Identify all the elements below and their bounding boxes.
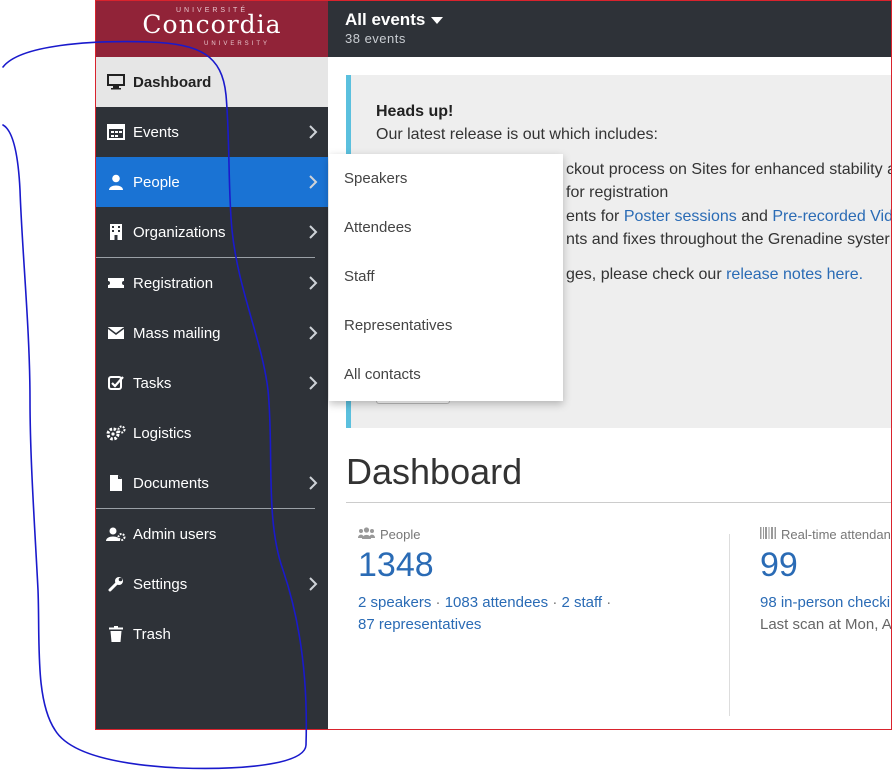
alert-heading: Heads up!	[376, 103, 454, 120]
chevron-right-icon	[298, 124, 328, 140]
ticket-icon	[96, 276, 133, 290]
sidebar-item-registration[interactable]: Registration	[96, 258, 328, 308]
logo-main-text: Concordia	[142, 10, 282, 39]
sidebar-item-label: Dashboard	[133, 73, 212, 91]
top-bar: All events 38 events	[328, 1, 891, 57]
attendance-stat-label: Real-time attendan	[760, 527, 891, 542]
chevron-right-icon	[298, 375, 328, 391]
building-icon	[96, 224, 133, 240]
sidebar-item-dashboard[interactable]: Dashboard	[96, 57, 328, 107]
alert-line: for registration	[566, 184, 669, 201]
alert-line: ckout process on Sites for enhanced stab…	[566, 161, 892, 178]
caret-down-icon	[431, 10, 444, 30]
separator: ·	[602, 594, 612, 611]
speakers-link[interactable]: 2 speakers	[358, 594, 431, 611]
representatives-link[interactable]: 87 representatives	[358, 616, 481, 633]
stat-label-text: People	[380, 527, 421, 542]
sidebar-item-label: Admin users	[133, 525, 217, 543]
sidebar-item-admin-users[interactable]: Admin users	[96, 509, 328, 559]
sidebar-item-label: Organizations	[133, 223, 226, 241]
logo-bottom-text: UNIVERSITY	[203, 41, 270, 47]
sidebar-item-settings[interactable]: Settings	[96, 559, 328, 609]
sidebar-item-label: Tasks	[133, 374, 172, 392]
people-stat-label: People	[358, 527, 420, 542]
submenu-item-representatives[interactable]: Representatives	[329, 301, 563, 350]
poster-sessions-link[interactable]: Poster sessions	[624, 208, 737, 225]
alert-text: ges, please check our	[566, 266, 727, 283]
monitor-icon	[96, 74, 133, 90]
person-icon	[96, 174, 133, 190]
chevron-right-icon	[298, 576, 328, 592]
sidebar-item-people[interactable]: People	[96, 157, 328, 207]
gears-icon	[96, 425, 133, 441]
sidebar-item-label: Events	[133, 123, 179, 141]
people-count[interactable]: 1348	[358, 546, 434, 585]
chevron-right-icon	[298, 224, 328, 240]
app-window: UNIVERSITÉ Concordia UNIVERSITY Dashboar…	[95, 0, 892, 730]
sidebar-item-trash[interactable]: Trash	[96, 609, 328, 659]
calendar-icon	[96, 124, 133, 140]
alert-intro: Our latest release is out which includes…	[376, 126, 658, 143]
title-divider	[346, 502, 891, 503]
sidebar-item-label: Mass mailing	[133, 324, 221, 342]
chevron-right-icon	[298, 475, 328, 491]
alert-line: ges, please check our release notes here…	[566, 266, 863, 284]
envelope-icon	[96, 326, 133, 340]
sidebar-item-label: Documents	[133, 474, 209, 492]
alert-line: ents for Poster sessions and Pre-recorde…	[566, 208, 891, 226]
separator: ·	[431, 594, 445, 611]
chevron-right-icon	[298, 174, 328, 190]
sidebar-item-label: Trash	[133, 625, 171, 643]
release-notes-link[interactable]: release notes here.	[726, 266, 863, 283]
sidebar-item-tasks[interactable]: Tasks	[96, 358, 328, 408]
page-title: Dashboard	[346, 451, 523, 492]
chevron-right-icon	[298, 325, 328, 341]
trash-icon	[96, 626, 133, 642]
last-scan-text: Last scan at Mon, A	[760, 616, 892, 633]
submenu-item-staff[interactable]: Staff	[329, 252, 563, 301]
alert-text: and	[736, 208, 773, 225]
event-selector-label: All events	[345, 10, 426, 29]
sidebar-item-label: Settings	[133, 575, 188, 593]
alert-line: nts and fixes throughout the Grenadine s…	[566, 231, 890, 248]
separator: ·	[548, 594, 562, 611]
wrench-icon	[96, 576, 133, 592]
alert-text: ents for	[566, 208, 624, 225]
stat-divider	[729, 534, 730, 716]
sidebar-item-label: People	[133, 173, 180, 191]
users-icon	[358, 527, 375, 542]
users-cog-icon	[96, 526, 133, 542]
attendance-count[interactable]: 99	[760, 546, 798, 585]
attendees-link[interactable]: 1083 attendees	[445, 594, 548, 611]
barcode-icon	[760, 527, 776, 542]
people-breakdown: 87 representatives	[358, 616, 481, 633]
concordia-logo[interactable]: UNIVERSITÉ Concordia UNIVERSITY	[96, 1, 328, 57]
pre-recorded-link[interactable]: Pre-recorded Vid	[772, 208, 891, 225]
chevron-right-icon	[298, 275, 328, 291]
event-count: 38 events	[345, 31, 406, 46]
sidebar-item-mass-mailing[interactable]: Mass mailing	[96, 308, 328, 358]
file-icon	[96, 475, 133, 491]
sidebar: UNIVERSITÉ Concordia UNIVERSITY Dashboar…	[96, 1, 328, 729]
sidebar-item-events[interactable]: Events	[96, 107, 328, 157]
sidebar-item-label: Logistics	[133, 424, 192, 442]
sidebar-item-documents[interactable]: Documents	[96, 458, 328, 508]
sidebar-item-label: Registration	[133, 274, 214, 292]
staff-link[interactable]: 2 staff	[562, 594, 603, 611]
stat-label-text: Real-time attendan	[781, 527, 891, 542]
submenu-item-attendees[interactable]: Attendees	[329, 203, 563, 252]
submenu-item-all-contacts[interactable]: All contacts	[329, 350, 563, 399]
event-selector[interactable]: All events	[345, 10, 444, 30]
people-breakdown: 2 speakers · 1083 attendees · 2 staff ·	[358, 594, 611, 611]
checkins-link[interactable]: 98 in-person checkir	[760, 594, 891, 611]
submenu-item-speakers[interactable]: Speakers	[329, 154, 563, 203]
sidebar-item-organizations[interactable]: Organizations	[96, 207, 328, 257]
sidebar-item-logistics[interactable]: Logistics	[96, 408, 328, 458]
people-submenu: Speakers Attendees Staff Representatives…	[329, 154, 563, 401]
checkbox-icon	[96, 375, 133, 391]
